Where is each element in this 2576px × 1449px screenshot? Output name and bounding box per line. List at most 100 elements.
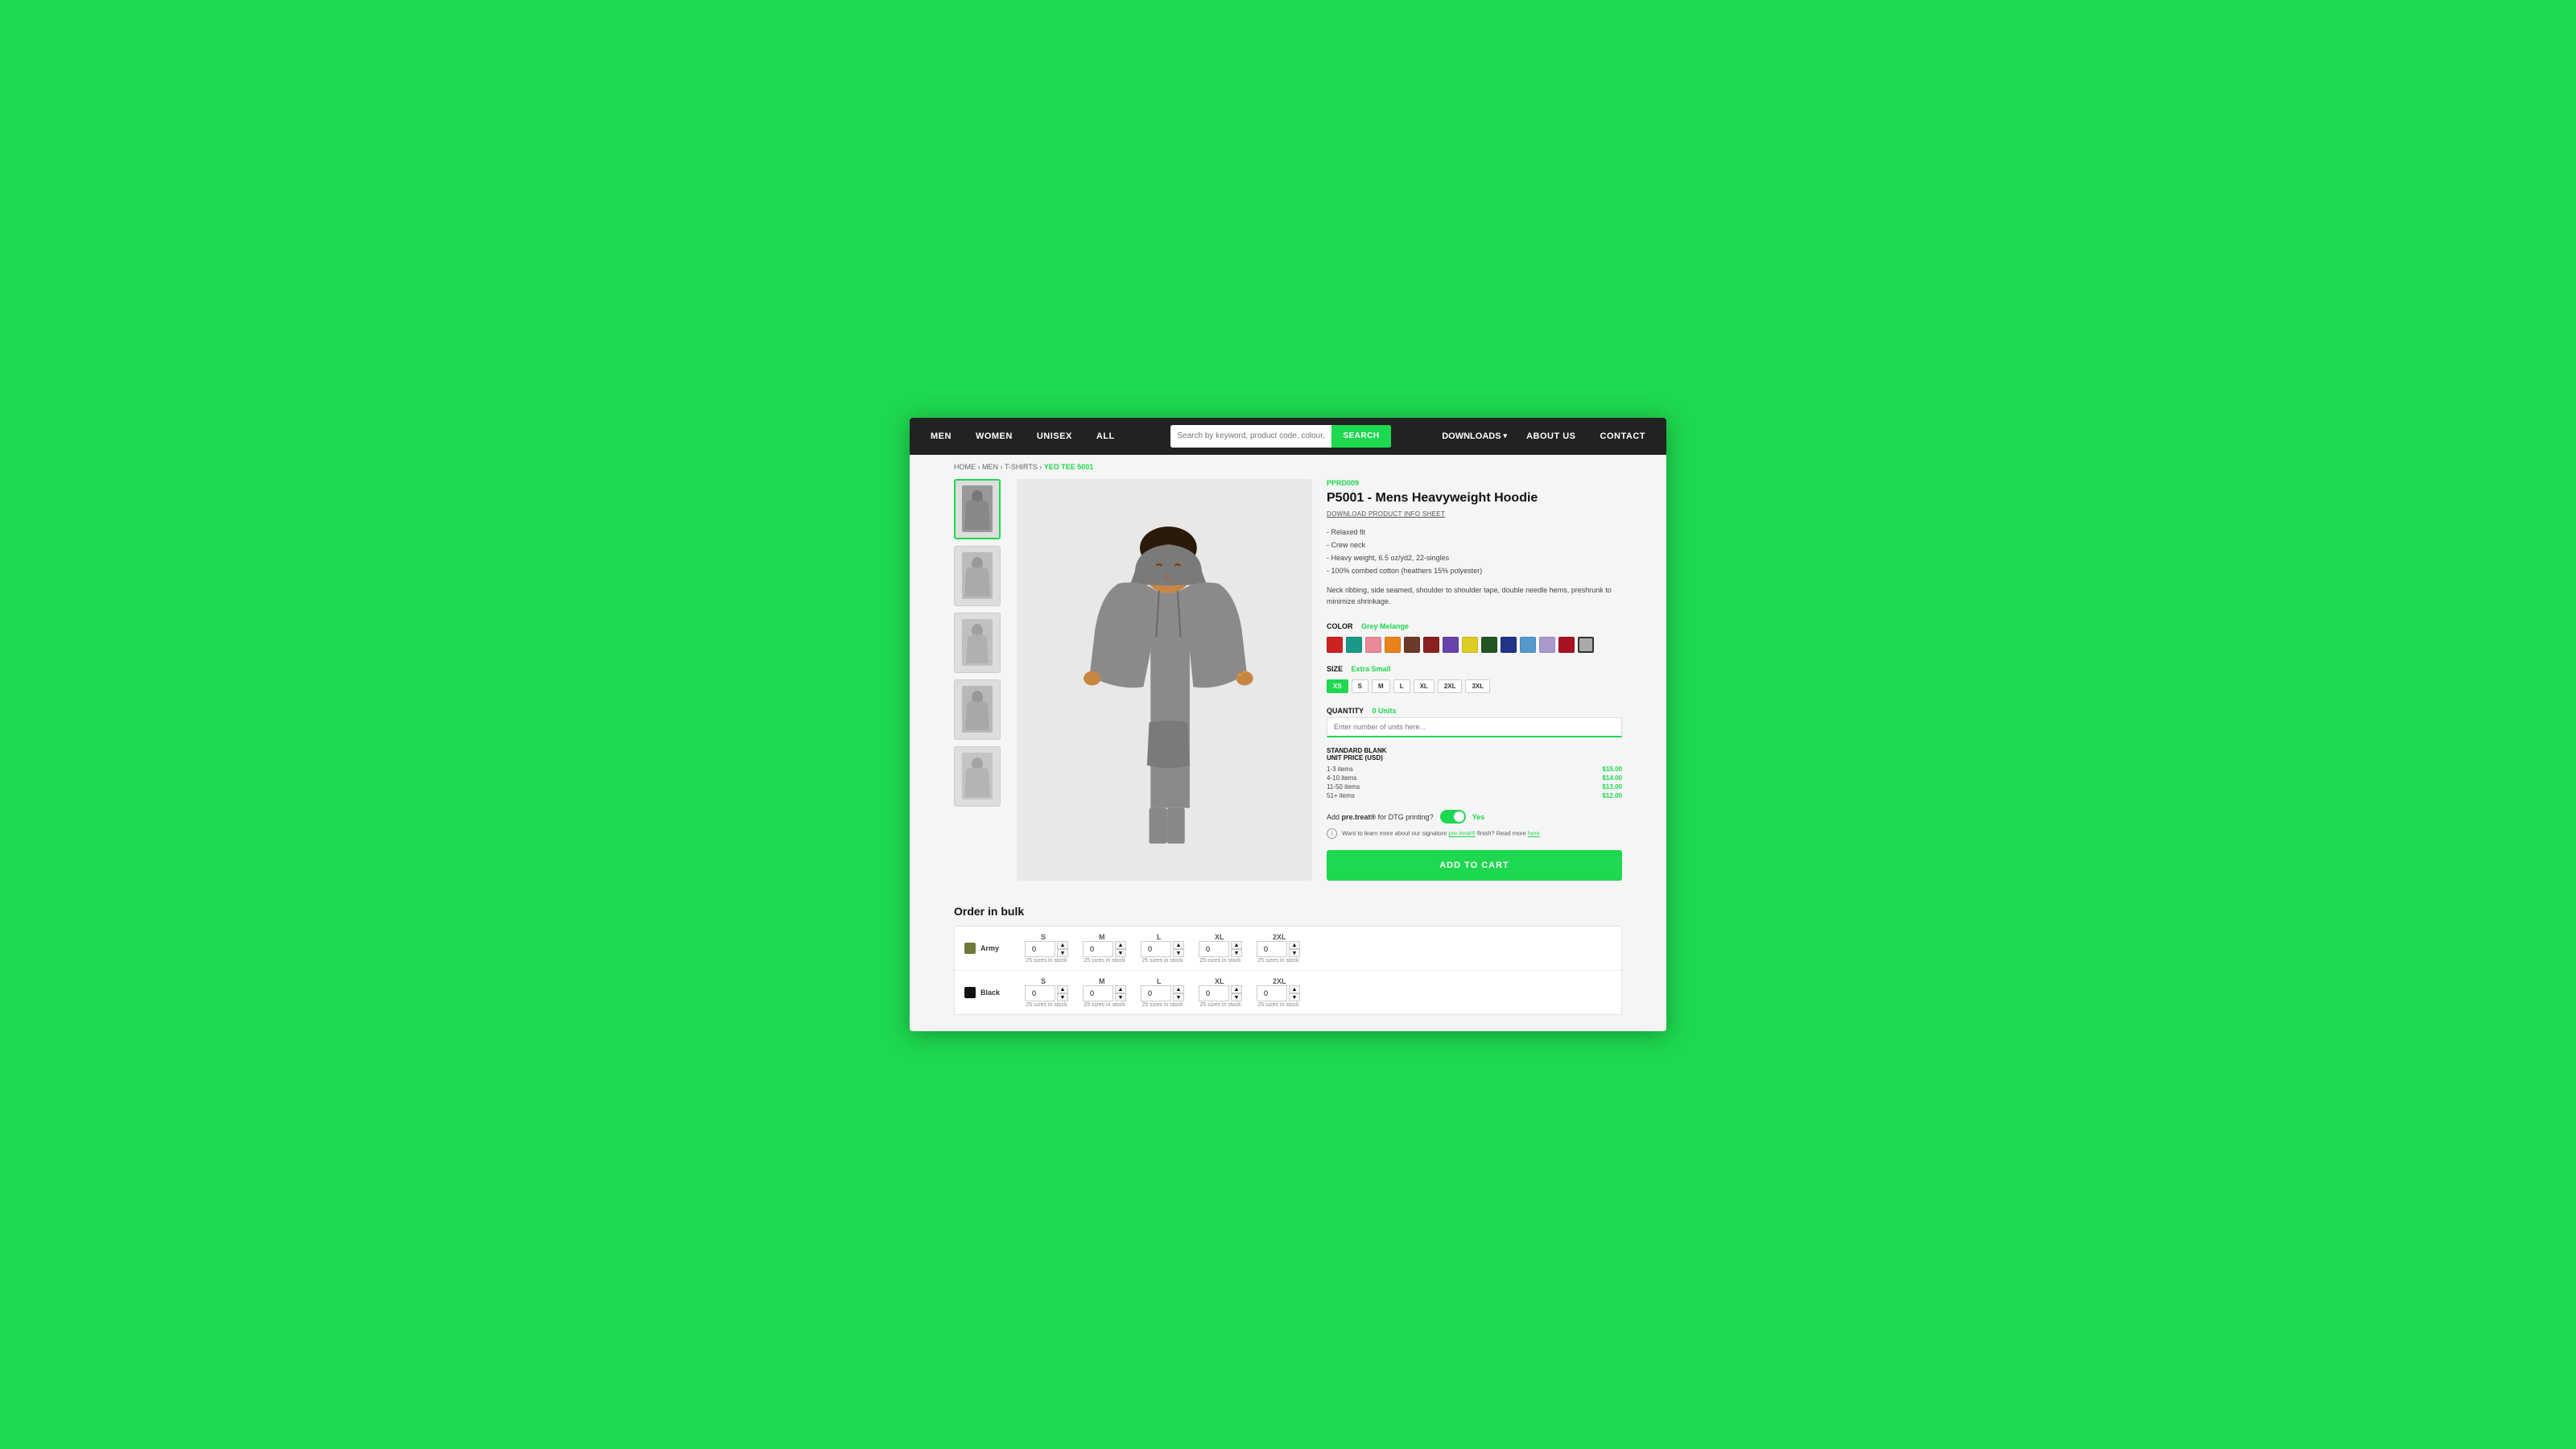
color-swatch-green[interactable] (1481, 637, 1497, 653)
size-m[interactable]: M (1372, 679, 1390, 693)
nav-men[interactable]: MEN (926, 428, 956, 444)
breadcrumb-home[interactable]: HOME (954, 463, 976, 471)
army-size-group: S ▲ ▼ 25 sizes in stock M (1025, 933, 1612, 964)
pricing-section: STANDARD BLANK UNIT PRICE (USD) 1-3 item… (1327, 747, 1622, 800)
nav-unisex[interactable]: UNISEX (1032, 428, 1077, 444)
download-info-link[interactable]: DOWNLOAD PRODUCT INFO SHEET (1327, 510, 1622, 518)
army-m-down[interactable]: ▼ (1115, 949, 1126, 957)
thumbnail-3[interactable] (954, 613, 1001, 673)
black-color-dot (964, 987, 976, 998)
army-m-input[interactable] (1083, 941, 1113, 957)
army-l-up[interactable]: ▲ (1173, 941, 1184, 949)
pricing-row-1: 1-3 items $15.00 (1327, 765, 1622, 774)
size-s[interactable]: S (1352, 679, 1368, 693)
color-swatch-pink[interactable] (1365, 637, 1381, 653)
color-swatch-crimson[interactable] (1558, 637, 1575, 653)
black-xl-up[interactable]: ▲ (1231, 985, 1242, 993)
color-swatch-teal[interactable] (1346, 637, 1362, 653)
army-s-input[interactable] (1025, 941, 1055, 957)
color-swatch-lavender[interactable] (1539, 637, 1555, 653)
black-size-xl: XL ▲ ▼ 25 sizes in stock (1199, 977, 1242, 1008)
color-swatch-lightblue[interactable] (1520, 637, 1536, 653)
black-2xl-stock: 25 sizes in stock (1257, 1002, 1298, 1008)
black-m-input[interactable] (1083, 985, 1113, 1001)
downloads-dropdown[interactable]: DOWNLOADS ▾ (1442, 431, 1507, 441)
army-xl-up[interactable]: ▲ (1231, 941, 1242, 949)
nav-women[interactable]: WOMEN (971, 428, 1018, 444)
army-s-down[interactable]: ▼ (1057, 949, 1068, 957)
black-s-down[interactable]: ▼ (1057, 993, 1068, 1001)
black-2xl-input[interactable] (1257, 985, 1287, 1001)
toggle-knob (1454, 811, 1464, 822)
pretreat-note: i Want to learn more about our signature… (1327, 828, 1622, 839)
black-s-input[interactable] (1025, 985, 1055, 1001)
product-info: PPRD009 P5001 - Mens Heavyweight Hoodie … (1327, 479, 1622, 881)
thumbnail-4[interactable] (954, 679, 1001, 740)
quantity-section: QUANTITY 0 Units (1327, 703, 1622, 737)
size-l[interactable]: L (1393, 679, 1410, 693)
black-size-m: M ▲ ▼ 25 sizes in stock (1083, 977, 1126, 1008)
army-color-dot (964, 943, 976, 954)
color-swatches (1327, 637, 1622, 653)
thumbnail-5[interactable] (954, 746, 1001, 807)
color-swatch-dark-maroon[interactable] (1423, 637, 1439, 653)
navbar: MEN WOMEN UNISEX ALL SEARCH DOWNLOADS ▾ … (910, 418, 1666, 455)
black-xl-input[interactable] (1199, 985, 1229, 1001)
black-xl-down[interactable]: ▼ (1231, 993, 1242, 1001)
here-link[interactable]: here (1528, 830, 1540, 837)
color-swatch-orange[interactable] (1385, 637, 1401, 653)
color-swatch-navy[interactable] (1501, 637, 1517, 653)
color-swatch-grey[interactable] (1578, 637, 1594, 653)
black-2xl-up[interactable]: ▲ (1289, 985, 1300, 993)
size-3xl[interactable]: 3XL (1465, 679, 1490, 693)
color-swatch-purple[interactable] (1443, 637, 1459, 653)
pretreat-toggle[interactable] (1440, 810, 1466, 824)
army-l-input[interactable] (1141, 941, 1171, 957)
search-input[interactable] (1170, 425, 1331, 448)
thumb-image-2 (962, 552, 993, 599)
army-m-up[interactable]: ▲ (1115, 941, 1126, 949)
search-button[interactable]: SEARCH (1331, 425, 1390, 448)
black-2xl-down[interactable]: ▼ (1289, 993, 1300, 1001)
army-l-down[interactable]: ▼ (1173, 949, 1184, 957)
black-l-up[interactable]: ▲ (1173, 985, 1184, 993)
thumbnail-1[interactable] (954, 479, 1001, 539)
nav-all[interactable]: ALL (1092, 428, 1120, 444)
nav-about-us[interactable]: ABOUT US (1521, 428, 1580, 444)
pretreat-row: Add pre.treat® for DTG printing? Yes (1327, 810, 1622, 824)
bulk-row-army: Army S ▲ ▼ 25 sizes in stock (955, 927, 1621, 971)
thumbnail-2[interactable] (954, 546, 1001, 606)
army-2xl-input[interactable] (1257, 941, 1287, 957)
thumb-image-4 (962, 686, 993, 733)
size-selected-value: Extra Small (1351, 665, 1390, 673)
color-swatch-brown[interactable] (1404, 637, 1420, 653)
product-illustration (1039, 509, 1290, 851)
pricing-row-4: 51+ items $12.00 (1327, 791, 1622, 800)
color-swatch-yellow[interactable] (1462, 637, 1478, 653)
black-s-stock: 25 sizes in stock (1026, 1002, 1067, 1008)
quantity-input[interactable] (1327, 717, 1622, 737)
army-xl-down[interactable]: ▼ (1231, 949, 1242, 957)
size-2xl[interactable]: 2XL (1438, 679, 1463, 693)
color-swatch-red[interactable] (1327, 637, 1343, 653)
pretreat-link[interactable]: pre.treat® (1448, 830, 1475, 837)
army-2xl-up[interactable]: ▲ (1289, 941, 1300, 949)
breadcrumb-men[interactable]: MEN (982, 463, 998, 471)
info-icon: i (1327, 828, 1337, 839)
black-s-up[interactable]: ▲ (1057, 985, 1068, 993)
breadcrumb-tshirts[interactable]: T-SHIRTS (1005, 463, 1038, 471)
black-l-down[interactable]: ▼ (1173, 993, 1184, 1001)
army-size-s: S ▲ ▼ 25 sizes in stock (1025, 933, 1068, 964)
army-s-up[interactable]: ▲ (1057, 941, 1068, 949)
add-to-cart-button[interactable]: ADD TO CART (1327, 850, 1622, 881)
army-2xl-down[interactable]: ▼ (1289, 949, 1300, 957)
army-xl-input[interactable] (1199, 941, 1229, 957)
nav-contact[interactable]: CONTACT (1596, 428, 1650, 444)
size-xl[interactable]: XL (1414, 679, 1435, 693)
black-m-up[interactable]: ▲ (1115, 985, 1126, 993)
breadcrumb: HOME › MEN › T-SHIRTS › YEO TEE 5001 (910, 455, 1666, 479)
black-m-down[interactable]: ▼ (1115, 993, 1126, 1001)
color-label: COLOR (1327, 622, 1353, 630)
black-l-input[interactable] (1141, 985, 1171, 1001)
size-xs[interactable]: XS (1327, 679, 1348, 693)
